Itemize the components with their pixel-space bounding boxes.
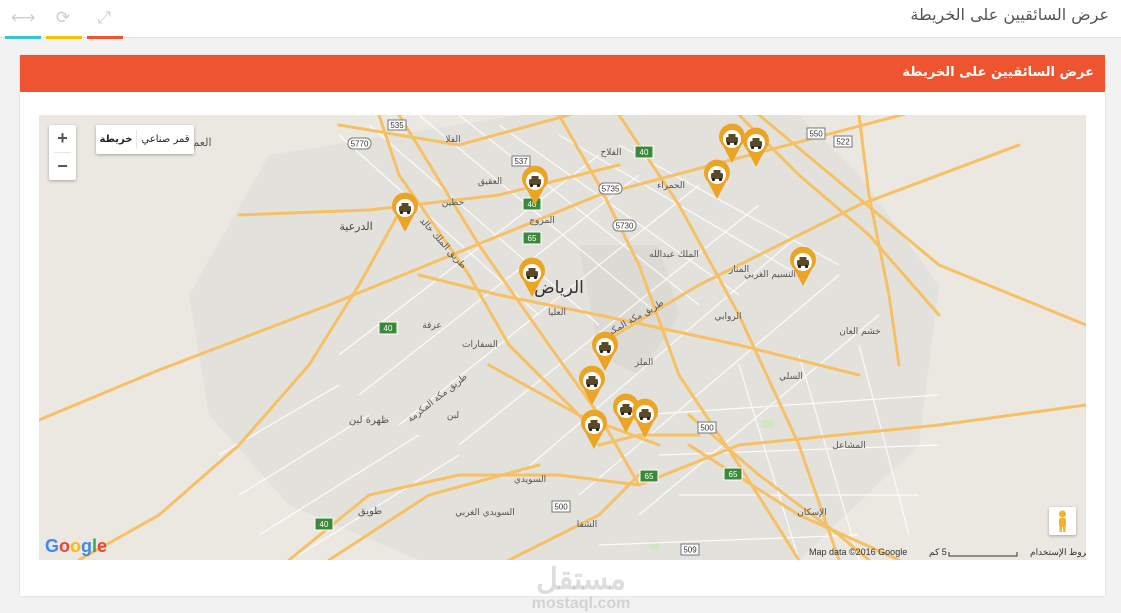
svg-text:5770: 5770 bbox=[351, 140, 369, 149]
map-label-diriyah: الدرعية bbox=[339, 220, 372, 233]
map-label-hamra: الحمراء bbox=[657, 181, 685, 191]
map-label-muruj: المروج bbox=[529, 216, 555, 226]
map-label-naseem-west: النسيم الغربي bbox=[744, 270, 796, 280]
map-label-suwaidi: السويدي bbox=[514, 475, 546, 485]
collapse-arrows-icon[interactable]: ⟷ bbox=[11, 8, 35, 28]
map-label-falah: الفلاح bbox=[601, 148, 622, 158]
map-type-map-button[interactable]: خريطة bbox=[96, 125, 136, 154]
svg-text:40: 40 bbox=[320, 520, 329, 529]
zoom-controls: + − bbox=[49, 125, 76, 180]
map-label-laban: لبن bbox=[447, 411, 459, 421]
map-data-credit[interactable]: Map data ©2016 Google bbox=[809, 547, 907, 557]
map-label-ammariyah: العم bbox=[192, 136, 211, 149]
svg-text:40: 40 bbox=[384, 324, 393, 333]
map-label-rawabi: الروابي bbox=[714, 312, 741, 322]
svg-text:65: 65 bbox=[645, 472, 654, 481]
tool-accent-yellow bbox=[46, 36, 82, 39]
svg-text:500: 500 bbox=[700, 424, 714, 433]
top-bar: ⟷ ⟳ ⤢ عرض السائقيين على الخريطة bbox=[0, 0, 1121, 39]
fullscreen-icon[interactable]: ⤢ bbox=[93, 8, 115, 28]
svg-text:509: 509 bbox=[683, 546, 697, 555]
map-label-sadarat: السفارات bbox=[462, 340, 498, 350]
map-label-mashael: المشاعل bbox=[832, 441, 865, 451]
pegman-icon bbox=[1059, 510, 1066, 532]
map-label-hittin: حطين bbox=[442, 198, 465, 208]
refresh-icon[interactable]: ⟳ bbox=[52, 8, 74, 28]
svg-text:550: 550 bbox=[809, 130, 823, 139]
map-type-control: خريطة قمر صناعي bbox=[96, 125, 194, 154]
panel-header: عرض السائقيين على الخريطة bbox=[20, 55, 1105, 92]
map-label-dhahrat-laban: ظهرة لبن bbox=[349, 415, 389, 426]
svg-text:5730: 5730 bbox=[616, 222, 634, 231]
map-label-khashm-alaan: خشم العان bbox=[839, 327, 880, 337]
svg-text:535: 535 bbox=[390, 121, 404, 130]
svg-text:40: 40 bbox=[640, 148, 649, 157]
panel-title: عرض السائقيين على الخريطة bbox=[902, 65, 1094, 80]
zoom-out-button[interactable]: − bbox=[49, 153, 76, 180]
tool-accent-cyan bbox=[5, 36, 41, 39]
watermark: مستقل mostaql.com bbox=[531, 563, 631, 613]
tool-accent-red bbox=[87, 36, 123, 39]
map-label-sulay: السلي bbox=[779, 372, 803, 382]
page-title: عرض السائقيين على الخريطة bbox=[910, 5, 1109, 24]
map-label-malik-abdullah: الملك عبدالله bbox=[649, 250, 699, 260]
svg-text:65: 65 bbox=[528, 234, 537, 243]
map-label-aqiq: العقيق bbox=[478, 177, 502, 187]
svg-text:522: 522 bbox=[836, 138, 850, 147]
map-panel: عرض السائقيين على الخريطة 535 5770 537 4… bbox=[20, 55, 1105, 612]
map-label-malaz: الملز bbox=[634, 358, 653, 368]
map-label-suwaidi-west: السويدي الغربي bbox=[455, 508, 515, 518]
svg-text:537: 537 bbox=[514, 157, 528, 166]
google-logo: Google bbox=[45, 536, 108, 556]
svg-text:500: 500 bbox=[554, 503, 568, 512]
map-terms-link[interactable]: شروط الإستخدام bbox=[1030, 547, 1086, 558]
map-label-fala: الفلا bbox=[445, 135, 460, 145]
svg-text:65: 65 bbox=[729, 470, 738, 479]
map-label-shifa: الشفا bbox=[577, 520, 598, 530]
map-label-irqah: عرقة bbox=[422, 321, 441, 331]
zoom-in-button[interactable]: + bbox=[49, 125, 76, 152]
map-label-tuwaiq: طويق bbox=[358, 506, 382, 517]
svg-text:5735: 5735 bbox=[602, 185, 620, 194]
google-map[interactable]: 535 5770 537 40 5735 5730 65 40 550 522 … bbox=[39, 115, 1086, 560]
map-label-olaya: العليا bbox=[548, 308, 566, 318]
street-view-pegman[interactable] bbox=[1049, 507, 1076, 535]
map-canvas: 535 5770 537 40 5735 5730 65 40 550 522 … bbox=[39, 115, 1086, 560]
map-type-satellite-button[interactable]: قمر صناعي bbox=[137, 125, 194, 154]
map-scale-label[interactable]: 5 كم bbox=[929, 547, 947, 558]
map-label-iskan: الإسكان bbox=[797, 508, 827, 518]
map-label-riyadh: الرياض bbox=[534, 278, 584, 298]
